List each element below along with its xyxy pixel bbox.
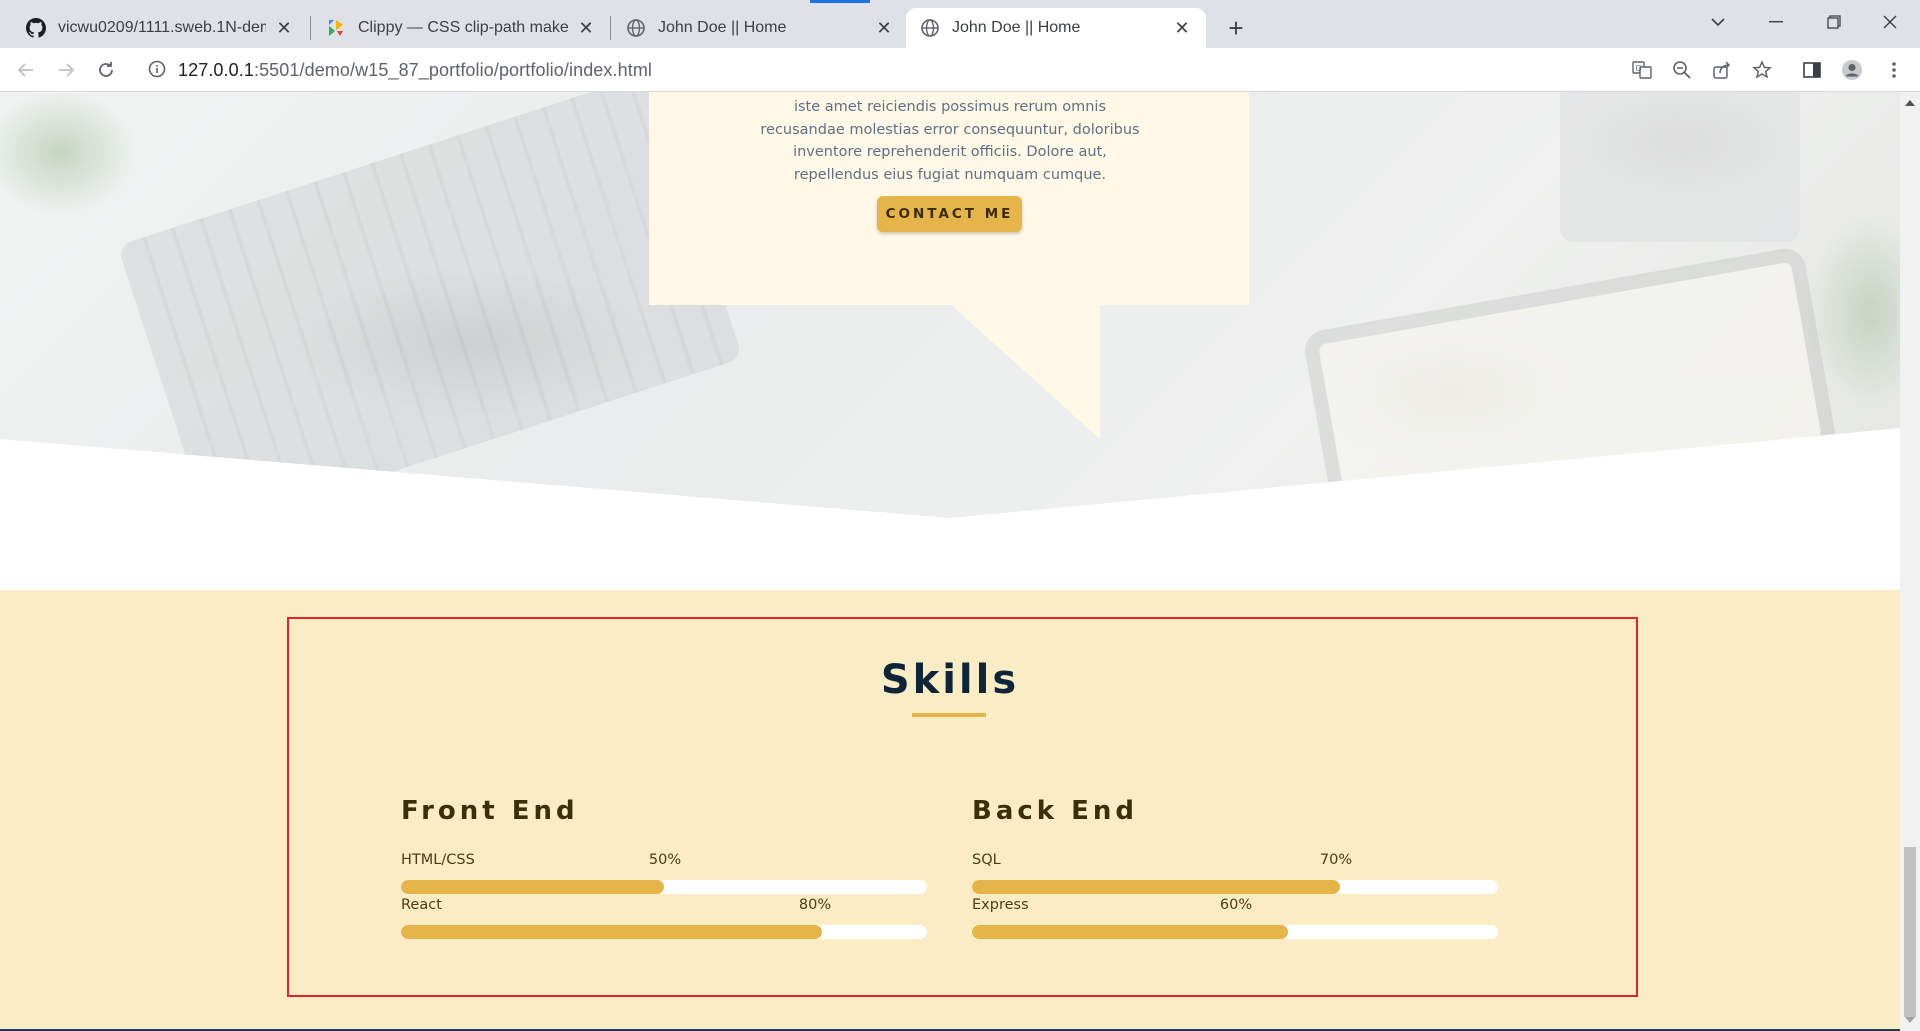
- side-panel-icon[interactable]: [1800, 58, 1824, 82]
- contact-me-button[interactable]: CONTACT ME: [877, 196, 1022, 232]
- close-icon[interactable]: ✕: [1172, 18, 1192, 38]
- url-host: 127.0.0.1: [178, 59, 254, 80]
- skills-section: [0, 590, 1900, 1031]
- close-icon[interactable]: ✕: [274, 18, 294, 38]
- vertical-scrollbar[interactable]: [1900, 92, 1920, 1031]
- back-arrow-icon[interactable]: [10, 54, 42, 86]
- github-icon: [26, 18, 46, 38]
- reload-icon[interactable]: [90, 54, 122, 86]
- tab-title: John Doe || Home: [952, 19, 1081, 36]
- tab-title: vicwu0209/1111.sweb.1N-dem: [58, 19, 266, 36]
- globe-icon: [920, 18, 940, 38]
- bookmark-star-icon[interactable]: [1750, 58, 1774, 82]
- browser-tab-strip: vicwu0209/1111.sweb.1N-dem ✕ Clippy — CS…: [0, 0, 1920, 48]
- share-icon[interactable]: [1710, 58, 1734, 82]
- scroll-down-arrow-icon[interactable]: [1905, 1017, 1915, 1023]
- new-tab-button[interactable]: +: [1220, 12, 1252, 44]
- tab-title: Clippy — CSS clip-path maker: [358, 19, 568, 36]
- tab-github[interactable]: vicwu0209/1111.sweb.1N-dem ✕: [12, 8, 308, 48]
- tab-search-chevron-icon[interactable]: [1694, 6, 1742, 38]
- window-close-icon[interactable]: [1866, 6, 1914, 38]
- page-viewport: iste amet reiciendis possimus rerum omni…: [0, 92, 1900, 1031]
- tab-clippy[interactable]: Clippy — CSS clip-path maker ✕: [312, 8, 610, 48]
- about-paragraph: iste amet reiciendis possimus rerum omni…: [760, 99, 1140, 183]
- kebab-menu-icon[interactable]: [1882, 58, 1906, 82]
- close-icon[interactable]: ✕: [874, 18, 894, 38]
- address-bar[interactable]: 127.0.0.1:5501/demo/w15_87_portfolio/por…: [138, 53, 1618, 87]
- site-info-icon[interactable]: [148, 60, 168, 80]
- url-path: :5501/demo/w15_87_portfolio/portfolio/in…: [253, 59, 653, 80]
- profile-avatar-icon[interactable]: [1840, 58, 1864, 82]
- minimize-icon[interactable]: [1752, 6, 1800, 38]
- scrollbar-thumb[interactable]: [1904, 847, 1916, 1017]
- browser-toolbar: 127.0.0.1:5501/demo/w15_87_portfolio/por…: [0, 48, 1920, 92]
- forward-arrow-icon[interactable]: [50, 54, 82, 86]
- tab-john-doe-1[interactable]: John Doe || Home ✕: [612, 8, 908, 48]
- tab-loading-indicator: [810, 0, 870, 3]
- tab-separator: [310, 16, 311, 40]
- translate-icon[interactable]: G: [1630, 58, 1654, 82]
- clippy-icon: [326, 18, 346, 38]
- tab-title: John Doe || Home: [658, 19, 787, 36]
- tab-john-doe-active[interactable]: John Doe || Home ✕: [906, 8, 1206, 48]
- scroll-up-arrow-icon[interactable]: [1905, 100, 1915, 106]
- svg-text:G: G: [1636, 64, 1642, 73]
- url-text: 127.0.0.1:5501/demo/w15_87_portfolio/por…: [178, 60, 652, 81]
- tab-separator: [610, 16, 611, 40]
- zoom-out-icon[interactable]: [1670, 58, 1694, 82]
- restore-icon[interactable]: [1810, 6, 1858, 38]
- globe-icon: [626, 18, 646, 38]
- close-icon[interactable]: ✕: [576, 18, 596, 38]
